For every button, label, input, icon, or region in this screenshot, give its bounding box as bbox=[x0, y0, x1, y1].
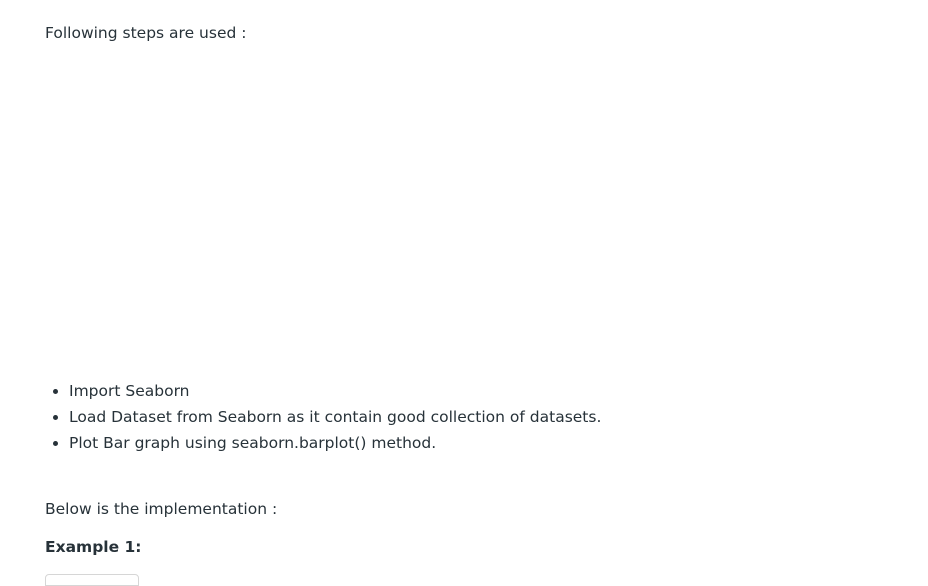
implementation-paragraph: Below is the implementation : bbox=[45, 499, 278, 518]
list-item: Load Dataset from Seaborn as it contain … bbox=[69, 404, 601, 430]
steps-list: Import Seaborn Load Dataset from Seaborn… bbox=[45, 378, 601, 456]
list-item: Import Seaborn bbox=[69, 378, 601, 404]
media-placeholder bbox=[45, 34, 905, 368]
list-item: Plot Bar graph using seaborn.barplot() m… bbox=[69, 430, 601, 456]
code-tab[interactable] bbox=[45, 574, 139, 586]
example-heading: Example 1: bbox=[45, 537, 142, 556]
